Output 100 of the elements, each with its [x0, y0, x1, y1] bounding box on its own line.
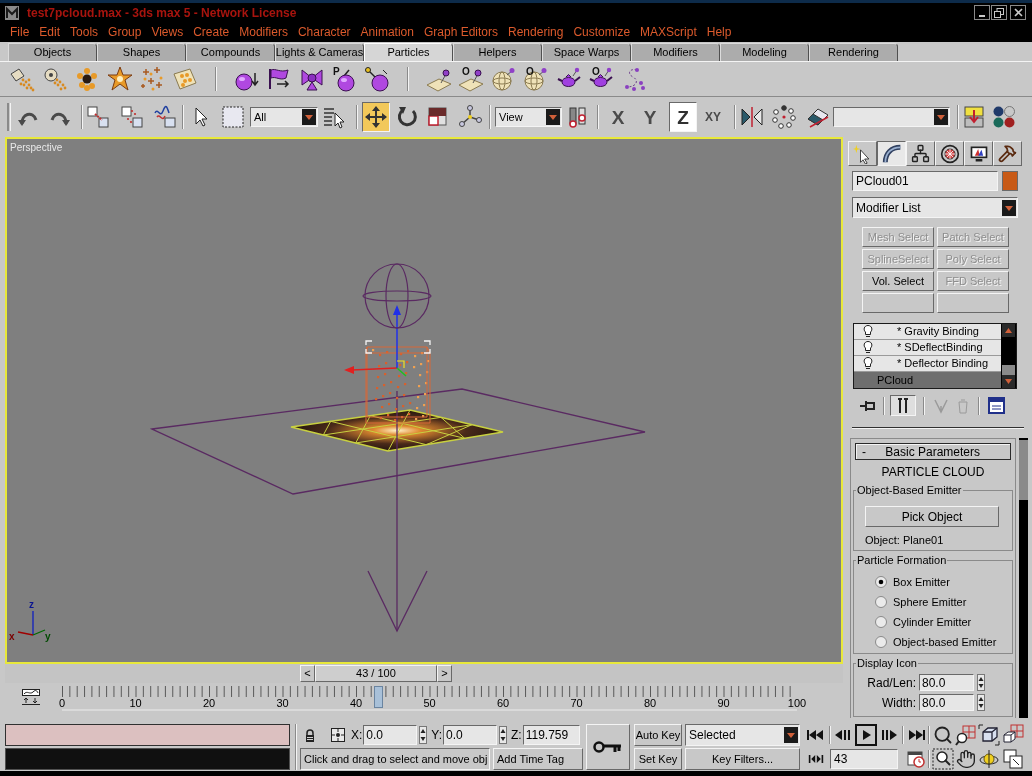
zoom-icon[interactable]	[933, 725, 953, 745]
pan-icon[interactable]	[956, 749, 976, 769]
category-tab[interactable]: Rendering	[809, 43, 898, 61]
stacked-boxes-icon[interactable]	[962, 105, 986, 129]
key-icon[interactable]	[593, 740, 623, 754]
named-selection-dropdown[interactable]	[833, 107, 950, 127]
previous-frame-button[interactable]: <	[299, 665, 315, 682]
grid-plane[interactable]	[290, 409, 504, 452]
coordinate-system-dropdown[interactable]: View	[495, 107, 562, 127]
ball-pin-icon[interactable]	[363, 66, 390, 92]
bulb-icon[interactable]	[863, 341, 873, 354]
time-tag-button[interactable]: Add Time Tag	[493, 748, 583, 770]
axis-constraint-button[interactable]: XY	[699, 102, 727, 132]
output-field[interactable]	[5, 748, 290, 770]
category-tab[interactable]: Helpers	[453, 43, 542, 61]
scroll-thumb[interactable]	[1019, 440, 1028, 500]
play-icon[interactable]	[855, 724, 877, 746]
stack-item[interactable]: * Deflector Binding	[854, 356, 1001, 372]
scroll-up-icon[interactable]	[1002, 324, 1015, 337]
bulb-icon[interactable]	[863, 357, 873, 370]
menu-item[interactable]: Graph Editors	[420, 23, 503, 41]
key-filters-button[interactable]: Key Filters...	[685, 748, 800, 770]
tile-icon[interactable]	[171, 66, 198, 92]
track-bar[interactable]: 0 10 20 30 40 50 60 70 80 90 100	[52, 686, 807, 713]
next-frame-icon[interactable]	[879, 728, 899, 742]
window-list-icon[interactable]	[988, 397, 1005, 414]
star-icon[interactable]	[106, 66, 133, 92]
go-to-end-icon[interactable]	[906, 728, 926, 742]
hierarchy-icon[interactable]	[911, 144, 930, 163]
auto-key-button[interactable]: Auto Key	[634, 724, 682, 746]
menu-item[interactable]: Customize	[569, 23, 635, 41]
radio-icon[interactable]	[875, 576, 887, 588]
spinner-icon[interactable]	[419, 726, 428, 744]
radio-icon[interactable]	[875, 596, 887, 608]
squiggle-square-icon[interactable]	[153, 105, 177, 129]
list-pointer-icon[interactable]	[322, 105, 346, 129]
modifier-button[interactable]: Vol. Select	[862, 271, 934, 291]
menu-item[interactable]: Create	[189, 23, 234, 41]
panel-scrollbar[interactable]	[1019, 438, 1028, 718]
input-field[interactable]	[5, 724, 290, 746]
radio-option[interactable]: Box Emitter	[875, 574, 1012, 590]
show-end-result-button[interactable]	[890, 395, 916, 416]
scroll-down-icon[interactable]	[1002, 375, 1015, 388]
minimize-button[interactable]	[974, 5, 990, 20]
sparkle-cluster-icon[interactable]	[139, 66, 165, 92]
category-tab[interactable]: Objects	[8, 43, 97, 61]
bow-icon[interactable]	[298, 66, 325, 92]
object-name-field[interactable]: PCloud01	[852, 171, 998, 191]
orbit-icon[interactable]	[978, 748, 1000, 770]
down-arrow[interactable]	[367, 390, 428, 633]
disc-spray-icon[interactable]	[41, 66, 68, 92]
window-clock-icon[interactable]	[907, 750, 925, 768]
key-button[interactable]	[586, 724, 630, 770]
cube-grid-icon[interactable]	[1002, 724, 1024, 746]
radio-icon[interactable]	[875, 636, 887, 648]
time-slider-track[interactable]: < 43 / 100 >	[5, 664, 843, 683]
curve-box-icon[interactable]	[22, 689, 40, 705]
pick-object-button[interactable]: Pick Object	[865, 506, 999, 527]
menu-item[interactable]: MAXScript	[636, 23, 701, 41]
coordinate-field[interactable]: 0.0	[363, 725, 418, 745]
dot-ring-icon[interactable]	[772, 105, 796, 129]
category-tab[interactable]: Space Warps	[542, 43, 631, 61]
axis-constraint-button[interactable]: X	[604, 102, 632, 132]
value-field[interactable]: 80.0	[919, 694, 974, 711]
spinner-icon[interactable]	[499, 726, 508, 744]
axis-constraint-button[interactable]: Y	[636, 102, 664, 132]
dashed-square-icon[interactable]	[221, 105, 245, 129]
plane-pin-icon[interactable]	[425, 66, 452, 92]
wire-sphere-drawing[interactable]	[362, 263, 432, 329]
modifier-list-dropdown[interactable]: Modifier List	[852, 197, 1018, 218]
menu-item[interactable]: Rendering	[504, 23, 568, 41]
category-tab[interactable]: Shapes	[97, 43, 186, 61]
wire-box-drawing[interactable]	[365, 340, 431, 424]
color-swatch-icon[interactable]	[1002, 171, 1018, 191]
time-slider-thumb[interactable]: 43 / 100	[314, 665, 437, 682]
radio-icon[interactable]	[875, 616, 887, 628]
bulb-icon[interactable]	[863, 325, 873, 338]
spinner-icon[interactable]	[977, 674, 985, 691]
category-tab[interactable]: Lights & Cameras	[275, 43, 364, 61]
scroll-thumb[interactable]	[1002, 365, 1015, 375]
spinner-icon[interactable]	[977, 694, 985, 711]
radio-option[interactable]: Sphere Emitter	[875, 594, 1012, 610]
stack-item[interactable]: * SDeflectBinding	[854, 340, 1001, 356]
hammer-icon[interactable]	[998, 144, 1017, 163]
menu-item[interactable]: Edit	[35, 23, 65, 41]
set-key-button[interactable]: Set Key	[634, 748, 682, 770]
menu-item[interactable]: Help	[702, 23, 736, 41]
menu-item[interactable]: Animation	[356, 23, 418, 41]
selection-filter-dropdown[interactable]: All	[250, 107, 318, 127]
stack-item[interactable]: * Gravity Binding	[854, 324, 1001, 340]
coordinate-field[interactable]: 0.0	[443, 725, 498, 745]
category-tab[interactable]: Modifiers	[631, 43, 720, 61]
cube-icon[interactable]	[978, 724, 1000, 746]
axis-tripod-icon[interactable]	[458, 105, 482, 129]
radio-option[interactable]: Object-based Emitter	[875, 634, 1012, 650]
coordinate-field[interactable]: 119.759	[522, 725, 580, 745]
menu-item[interactable]: File	[6, 23, 34, 41]
pin-icon[interactable]	[860, 398, 876, 413]
radio-option[interactable]: Cylinder Emitter	[875, 614, 1012, 630]
value-field[interactable]: 80.0	[919, 674, 974, 691]
